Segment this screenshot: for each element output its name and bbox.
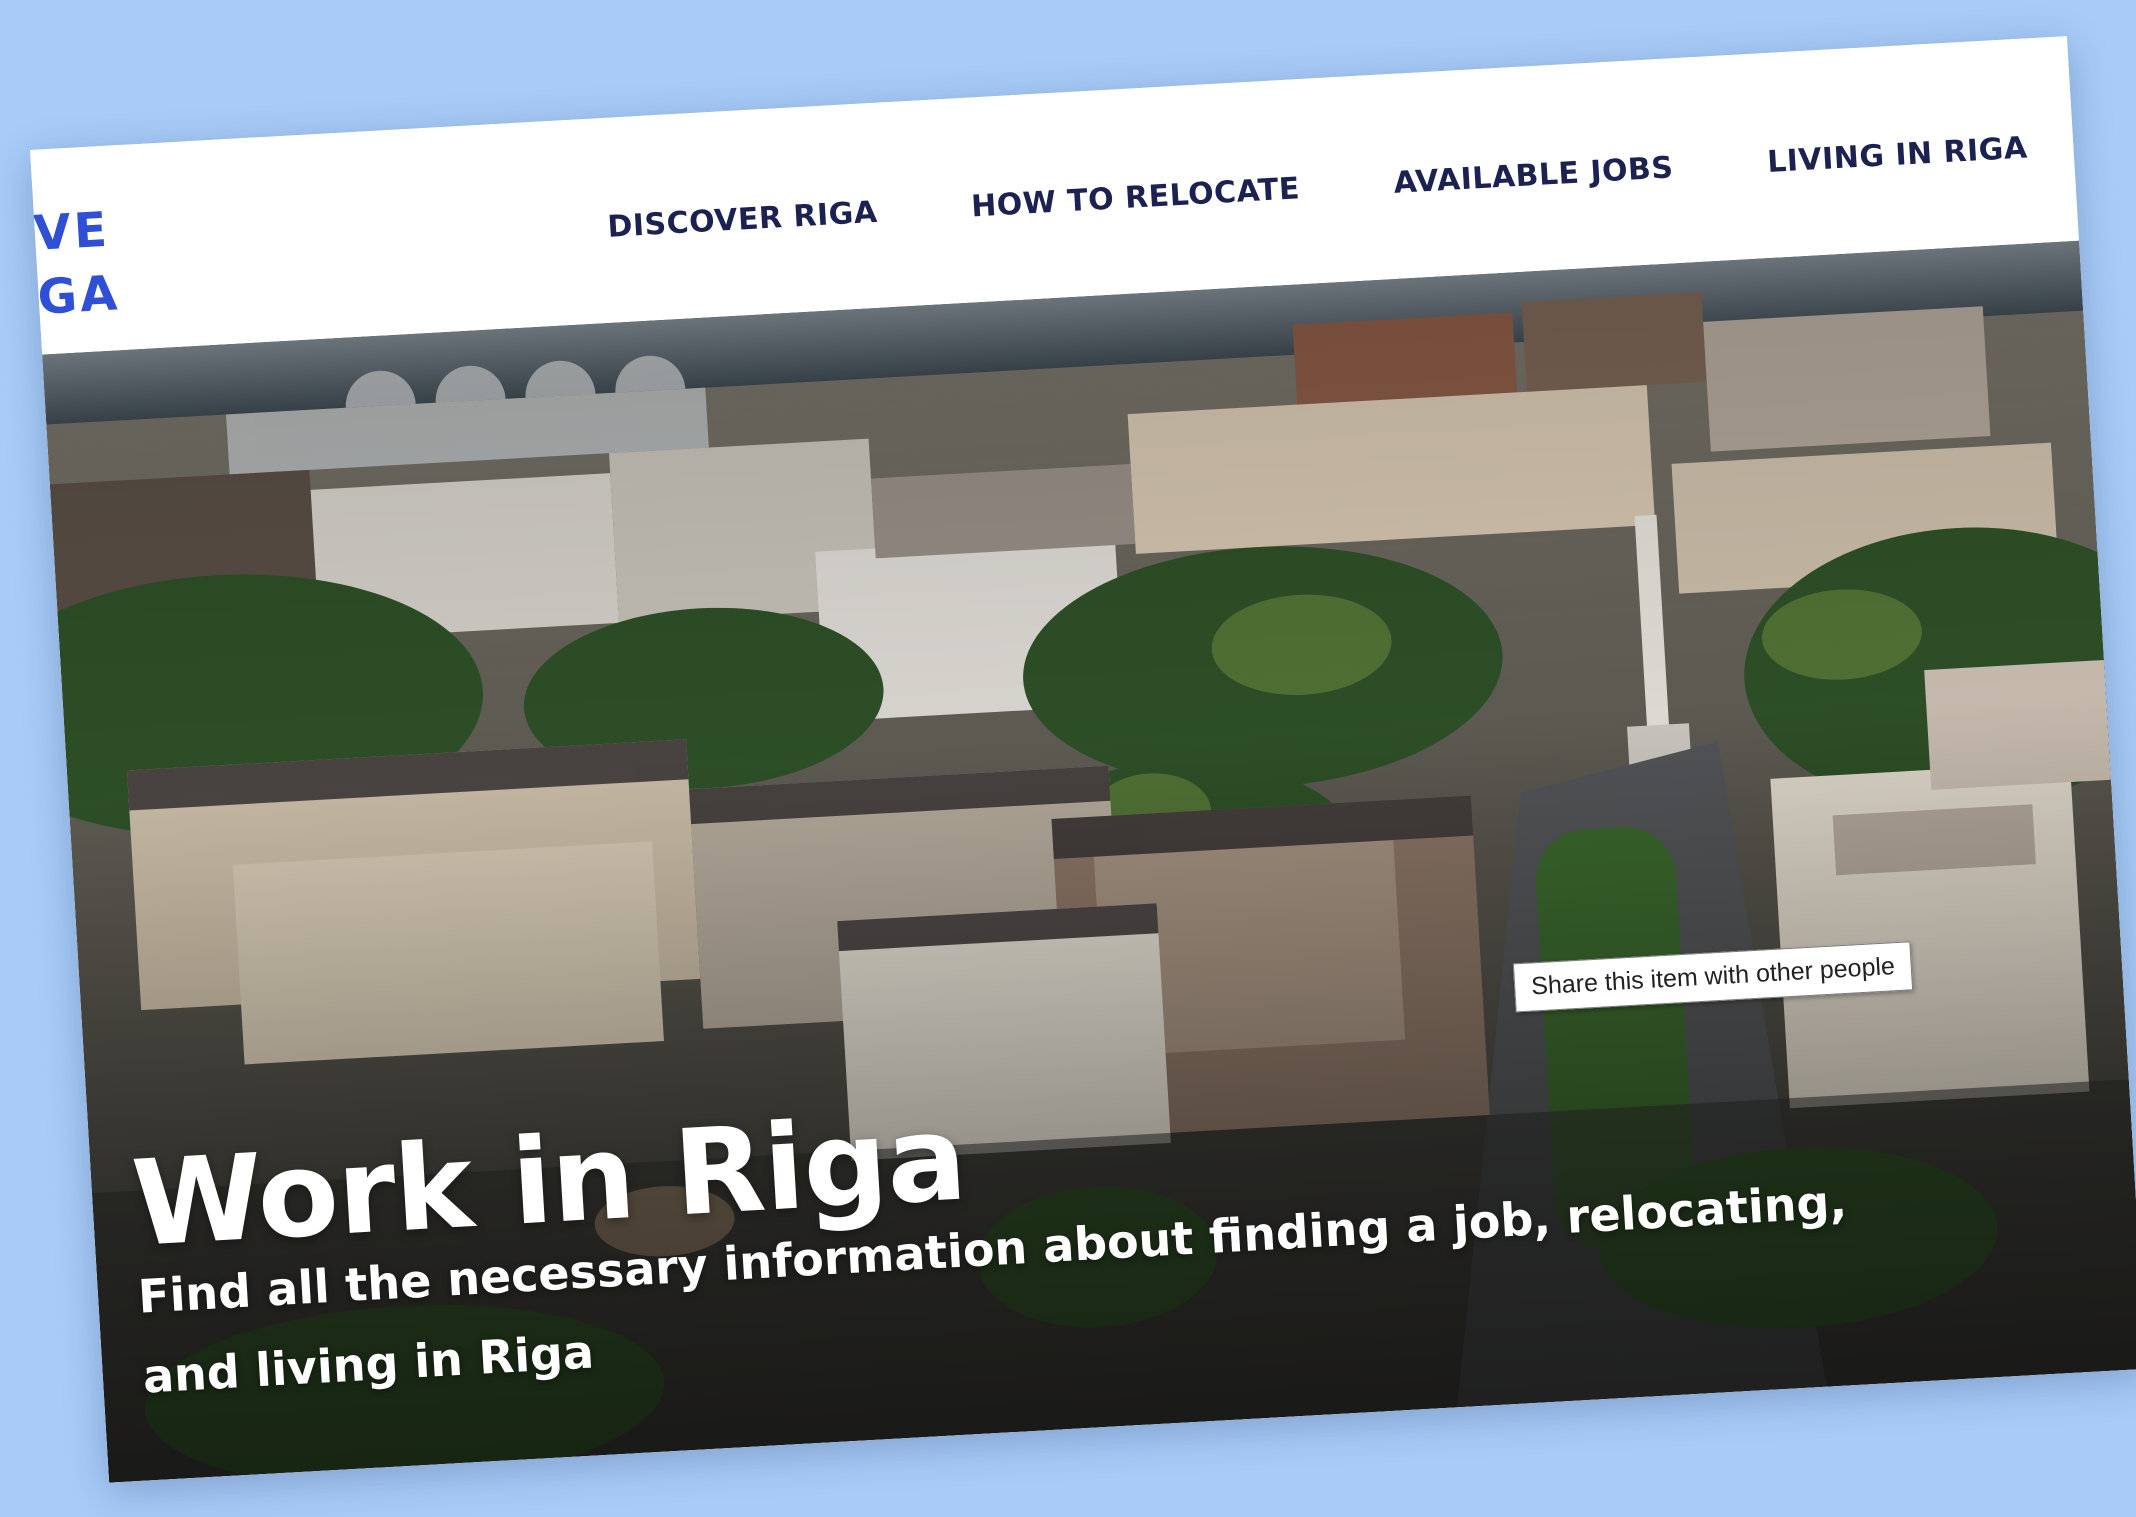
nav-item-how-to-relocate[interactable]: HOW TO RELOCATE bbox=[970, 171, 1301, 224]
logo-line-1: IVE bbox=[30, 201, 112, 264]
main-navigation: DISCOVER RIGA HOW TO RELOCATE AVAILABLE … bbox=[607, 121, 2136, 245]
nav-item-living-in-riga[interactable]: LIVING IN RIGA bbox=[1766, 131, 2028, 180]
logo-line-2: IGA bbox=[30, 265, 122, 327]
nav-item-discover-riga[interactable]: DISCOVER RIGA bbox=[607, 195, 879, 245]
site-logo[interactable]: IVE IGA bbox=[30, 197, 122, 331]
hero-section: Work in Riga Find all the necessary info… bbox=[42, 240, 2136, 1483]
web-page: IVE IGA DISCOVER RIGA HOW TO RELOCATE AV… bbox=[30, 36, 2136, 1483]
screenshot-stage: IVE IGA DISCOVER RIGA HOW TO RELOCATE AV… bbox=[0, 0, 2136, 1517]
nav-item-for[interactable]: FOR bbox=[2120, 121, 2136, 160]
nav-item-available-jobs[interactable]: AVAILABLE JOBS bbox=[1393, 150, 1675, 201]
